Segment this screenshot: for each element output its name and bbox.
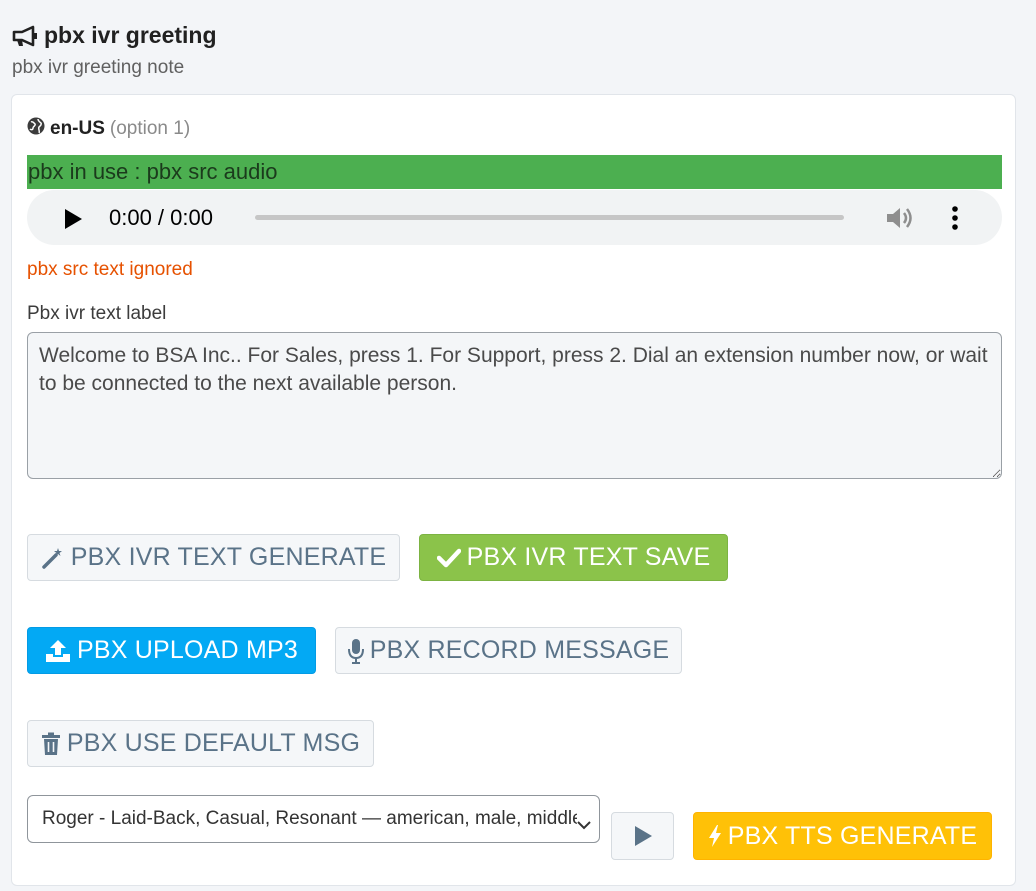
voice-select[interactable]: Roger - Laid-Back, Casual, Resonant — am… [27, 795, 600, 843]
language-code: en-US [50, 118, 105, 139]
page-header: pbx ivr greeting pbx ivr greeting note [12, 22, 217, 79]
trash-icon [41, 732, 61, 756]
upload-mp3-button[interactable]: PBX UPLOAD MP3 [27, 627, 316, 674]
language-row: en-US (option 1) [27, 117, 190, 141]
record-message-label: PBX RECORD MESSAGE [369, 636, 670, 664]
megaphone-icon [12, 25, 38, 47]
language-option: (option 1) [109, 118, 191, 139]
bolt-icon [708, 824, 722, 848]
ivr-text-save-label: PBX IVR TEXT SAVE [466, 543, 711, 571]
voice-preview-button[interactable] [611, 812, 674, 860]
ivr-text-generate-button[interactable]: PBX IVR TEXT GENERATE [27, 534, 400, 581]
upload-mp3-label: PBX UPLOAD MP3 [77, 636, 298, 664]
page-note: pbx ivr greeting note [12, 57, 185, 78]
status-banner: pbx in use : pbx src audio [27, 155, 1002, 189]
upload-icon [45, 639, 71, 663]
globe-icon [27, 117, 45, 141]
src-text-warning: pbx src text ignored [27, 259, 193, 280]
audio-time: 0:00 / 0:00 [109, 205, 213, 230]
tts-generate-button[interactable]: PBX TTS GENERATE [693, 812, 992, 860]
ivr-text-label: Pbx ivr text label [27, 303, 167, 324]
audio-player[interactable]: 0:00 / 0:00 [27, 190, 1002, 245]
magic-wand-icon [41, 546, 65, 570]
ivr-text-save-button[interactable]: PBX IVR TEXT SAVE [419, 534, 728, 581]
page-title: pbx ivr greeting [44, 22, 217, 48]
tts-generate-label: PBX TTS GENERATE [727, 821, 978, 850]
volume-icon[interactable] [885, 204, 915, 237]
ivr-text-input[interactable]: Welcome to BSA Inc.. For Sales, press 1.… [27, 332, 1002, 479]
title-row: pbx ivr greeting [12, 22, 217, 49]
use-default-msg-label: PBX USE DEFAULT MSG [66, 729, 361, 757]
more-options-icon[interactable] [951, 205, 959, 236]
greeting-card: en-US (option 1) pbx in use : pbx src au… [11, 94, 1016, 886]
check-icon [436, 548, 461, 568]
chevron-down-icon [577, 814, 591, 836]
microphone-icon [347, 638, 364, 664]
audio-progress-track[interactable] [255, 215, 844, 220]
voice-select-value: Roger - Laid-Back, Casual, Resonant — am… [42, 808, 577, 829]
use-default-msg-button[interactable]: PBX USE DEFAULT MSG [27, 720, 374, 767]
record-message-button[interactable]: PBX RECORD MESSAGE [335, 627, 682, 674]
ivr-text-generate-label: PBX IVR TEXT GENERATE [70, 543, 387, 571]
play-icon[interactable] [63, 208, 83, 235]
play-icon [633, 825, 653, 847]
